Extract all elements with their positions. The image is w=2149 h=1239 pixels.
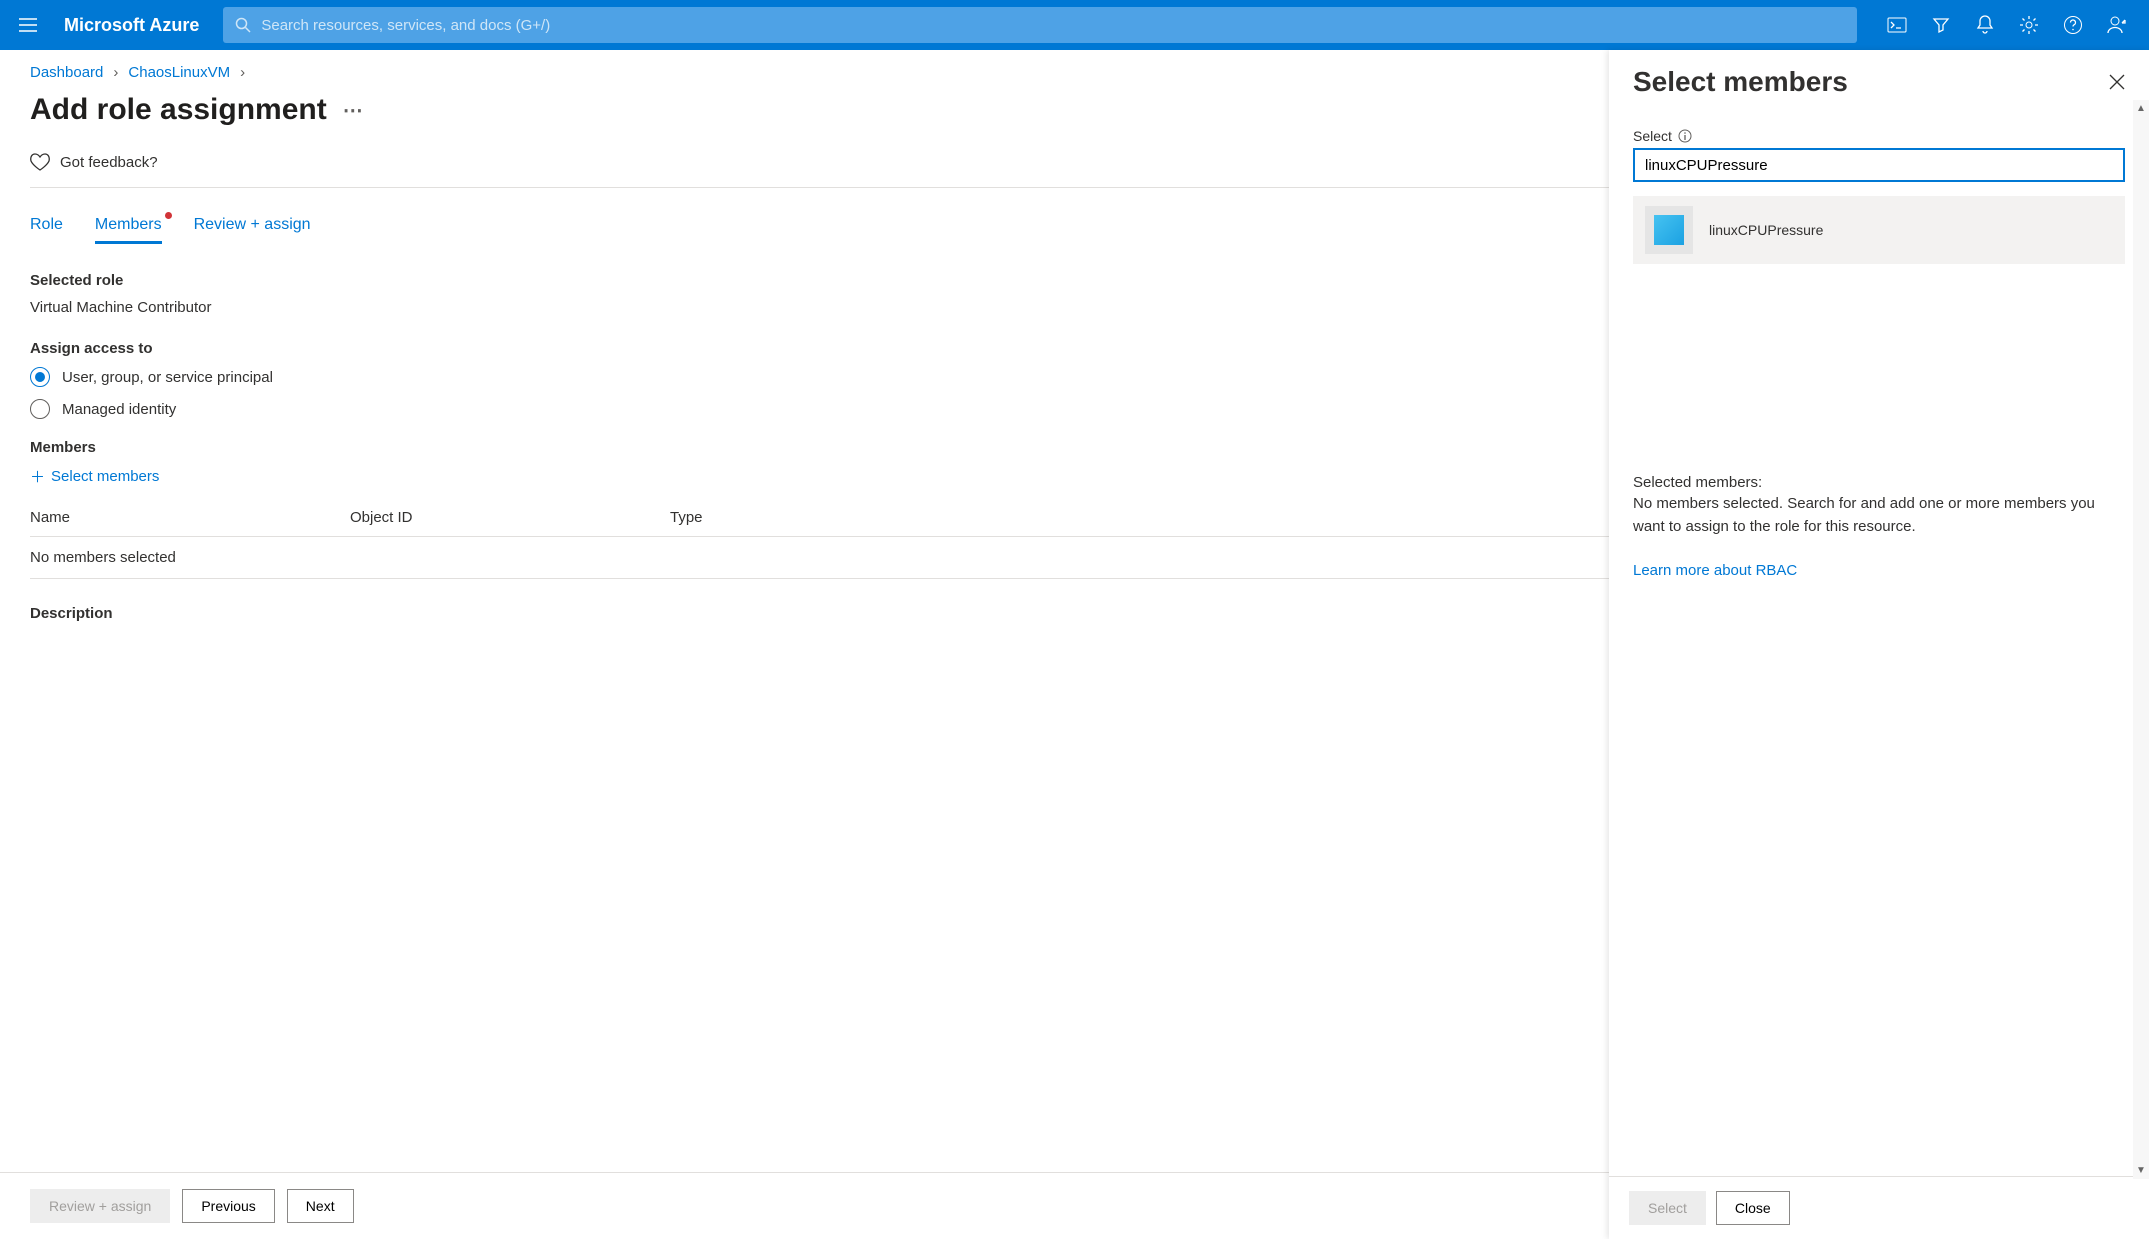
notifications-icon[interactable] bbox=[1965, 5, 2005, 45]
tab-members[interactable]: Members bbox=[95, 216, 162, 244]
result-name: linuxCPUPressure bbox=[1709, 222, 1823, 238]
previous-button[interactable]: Previous bbox=[182, 1189, 274, 1223]
page-title: Add role assignment bbox=[30, 93, 327, 127]
radio-label: User, group, or service principal bbox=[62, 369, 273, 386]
panel-select-button: Select bbox=[1629, 1191, 1706, 1225]
chevron-right-icon: › bbox=[113, 64, 118, 81]
brand-label[interactable]: Microsoft Azure bbox=[64, 15, 199, 36]
info-icon[interactable] bbox=[1678, 129, 1692, 143]
select-field-label: Select bbox=[1633, 128, 1672, 144]
more-icon[interactable]: ⋯ bbox=[343, 98, 364, 123]
learn-more-link[interactable]: Learn more about RBAC bbox=[1633, 562, 1797, 579]
tab-review[interactable]: Review + assign bbox=[194, 216, 311, 244]
radio-label: Managed identity bbox=[62, 401, 176, 418]
filter-icon[interactable] bbox=[1921, 5, 1961, 45]
breadcrumb-item[interactable]: ChaosLinuxVM bbox=[128, 64, 230, 81]
panel-title: Select members bbox=[1633, 66, 1848, 98]
select-input[interactable] bbox=[1633, 148, 2125, 182]
attention-dot-icon bbox=[165, 212, 172, 219]
radio-icon bbox=[30, 367, 50, 387]
selected-members-title: Selected members: bbox=[1633, 474, 2125, 491]
scroll-up-icon[interactable]: ▲ bbox=[2133, 100, 2149, 117]
panel-close-button[interactable]: Close bbox=[1716, 1191, 1790, 1225]
search-result-item[interactable]: linuxCPUPressure bbox=[1633, 196, 2125, 264]
result-thumbnail-icon bbox=[1645, 206, 1693, 254]
search-box[interactable] bbox=[223, 7, 1857, 43]
chevron-right-icon: › bbox=[240, 64, 245, 81]
select-members-panel: Select members Select linuxCPUPressure S… bbox=[1609, 50, 2149, 1239]
selected-members-text: No members selected. Search for and add … bbox=[1633, 493, 2125, 538]
top-bar: Microsoft Azure bbox=[0, 0, 2149, 50]
col-name: Name bbox=[30, 509, 350, 526]
next-button[interactable]: Next bbox=[287, 1189, 354, 1223]
help-icon[interactable] bbox=[2053, 5, 2093, 45]
cloud-shell-icon[interactable] bbox=[1877, 5, 1917, 45]
close-icon[interactable] bbox=[2109, 74, 2125, 90]
tab-members-label: Members bbox=[95, 216, 162, 233]
plus-icon: ＋ bbox=[30, 466, 45, 487]
settings-icon[interactable] bbox=[2009, 5, 2049, 45]
breadcrumb-item[interactable]: Dashboard bbox=[30, 64, 103, 81]
account-icon[interactable] bbox=[2097, 5, 2137, 45]
col-object-id: Object ID bbox=[350, 509, 670, 526]
feedback-label: Got feedback? bbox=[60, 154, 158, 171]
search-input[interactable] bbox=[261, 17, 1845, 34]
menu-icon[interactable] bbox=[12, 9, 44, 41]
tab-role[interactable]: Role bbox=[30, 216, 63, 244]
radio-icon bbox=[30, 399, 50, 419]
select-members-label: Select members bbox=[51, 468, 159, 485]
review-assign-button: Review + assign bbox=[30, 1189, 170, 1223]
top-icons bbox=[1877, 5, 2137, 45]
panel-scrollbar[interactable]: ▲ ▼ bbox=[2133, 100, 2149, 1179]
scroll-down-icon[interactable]: ▼ bbox=[2133, 1162, 2149, 1179]
